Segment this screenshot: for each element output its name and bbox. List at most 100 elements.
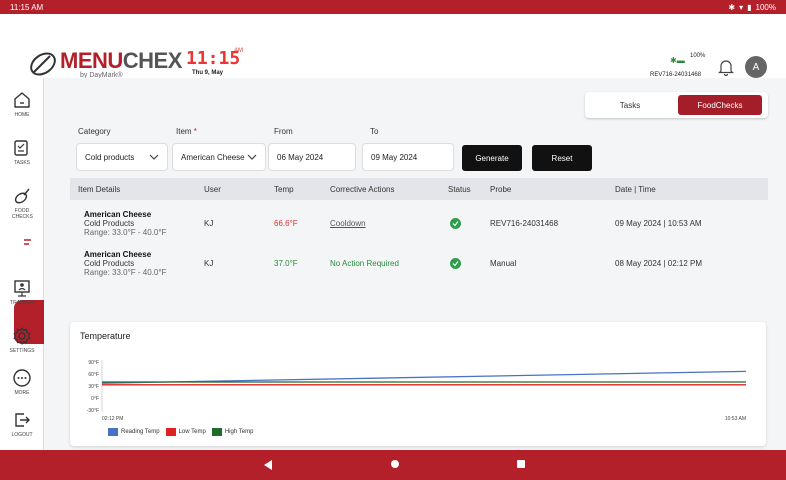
status-icons: ✱ ▾ ▮ 100% xyxy=(728,3,776,12)
sidebar-item-label: MORE xyxy=(14,390,30,396)
sidebar-item-label: FOOD CHECKS xyxy=(12,208,33,220)
corrective-action-text: No Action Required xyxy=(330,258,399,268)
col-probe: Probe xyxy=(490,184,512,194)
probe-cell: Manual xyxy=(490,258,517,268)
col-corrective-actions: Corrective Actions xyxy=(330,184,395,194)
table-row[interactable]: American Cheese Cold Products Range: 33.… xyxy=(70,203,768,243)
tab-foodchecks[interactable]: FoodChecks xyxy=(678,95,762,115)
tab-tasks[interactable]: Tasks xyxy=(585,101,675,110)
temp-cell: 66.6°F xyxy=(274,218,298,228)
sidebar-item-label: TASKS xyxy=(13,160,31,166)
status-time: 11:15 AM xyxy=(10,2,44,12)
category-label: Category xyxy=(78,127,111,136)
back-icon[interactable] xyxy=(263,459,273,471)
datetime-cell: 08 May 2024 | 02:12 PM xyxy=(615,258,703,268)
to-date-value: 09 May 2024 xyxy=(371,152,418,162)
legend-label: Reading Temp xyxy=(121,429,160,435)
from-date-field[interactable]: 06 May 2024 xyxy=(268,143,356,171)
y-tick-label: 90°F xyxy=(88,360,99,366)
sidebar-item-food-checks-report[interactable] xyxy=(14,230,44,256)
clock-ampm: AM xyxy=(234,48,243,54)
logout-icon xyxy=(15,413,30,427)
gear-icon xyxy=(13,327,31,345)
required-marker: * xyxy=(193,127,197,136)
item-name: American Cheese xyxy=(84,249,152,259)
system-nav-bar xyxy=(0,450,786,480)
legend-label: High Temp xyxy=(224,429,254,435)
bell-icon[interactable] xyxy=(718,58,734,76)
item-details-cell: American Cheese Cold Products Range: 33.… xyxy=(84,243,166,283)
bluetooth-icon: ✱▬ xyxy=(670,56,685,65)
to-date-field[interactable]: 09 May 2024 xyxy=(362,143,454,171)
user-cell: KJ xyxy=(204,258,214,268)
item-details-cell: American Cheese Cold Products Range: 33.… xyxy=(84,203,166,243)
item-name: American Cheese xyxy=(84,209,152,219)
y-tick-label: 30°F xyxy=(88,384,99,390)
y-tick-label: -30°F xyxy=(87,408,99,414)
reset-button[interactable]: Reset xyxy=(532,145,592,171)
legend-item: Low Temp xyxy=(165,428,206,436)
category-select[interactable]: Cold products xyxy=(76,143,168,171)
sidebar-item-home[interactable]: HOME xyxy=(0,90,44,118)
sidebar-item-settings[interactable]: SETTINGS xyxy=(0,326,44,354)
sidebar-item-tasks[interactable]: TASKS xyxy=(0,138,44,166)
col-status: Status xyxy=(448,184,471,194)
item-label: Item * xyxy=(176,127,197,136)
app-header: MENUCHEX by DayMark® 11:15 AM Thu 9, May… xyxy=(0,14,786,79)
sidebar-item-label: TRAINING xyxy=(10,300,34,306)
view-toggle: Tasks FoodChecks xyxy=(585,92,768,118)
col-temp: Temp xyxy=(274,184,294,194)
col-item-details: Item Details xyxy=(78,184,121,194)
brand-wordmark: MENUCHEX xyxy=(60,48,182,73)
battery-icon: ▮ xyxy=(747,2,752,12)
temp-cell: 37.0°F xyxy=(274,258,298,268)
status-cell xyxy=(450,203,461,243)
sidebar-item-label: LOGOUT xyxy=(11,432,33,438)
datetime-cell: 09 May 2024 | 10:53 AM xyxy=(615,218,702,228)
corrective-action-link[interactable]: Cooldown xyxy=(330,203,366,243)
sidebar-item-label: HOME xyxy=(14,112,30,118)
item-range: Range: 33.0°F - 40.0°F xyxy=(84,227,167,237)
table-header: Item Details User Temp Corrective Action… xyxy=(70,178,768,200)
generate-button[interactable]: Generate xyxy=(462,145,522,171)
home-icon xyxy=(14,92,30,108)
chevron-down-icon xyxy=(247,154,257,160)
temperature-chart: 90°F 60°F 30°F 0°F -30°F02:12 PM 10:53 AM xyxy=(87,360,747,422)
training-icon xyxy=(14,280,30,297)
status-cell xyxy=(450,243,461,283)
x-tick-label: 02:12 PM xyxy=(102,416,123,422)
user-cell: KJ xyxy=(204,218,214,228)
avatar[interactable]: A xyxy=(745,56,767,78)
y-tick-label: 60°F xyxy=(88,372,99,378)
sidebar-item-food-checks[interactable]: FOOD CHECKS xyxy=(0,186,44,220)
item-value: American Cheese xyxy=(181,152,245,162)
more-icon xyxy=(13,369,31,387)
food-checks-report-icon xyxy=(21,232,40,253)
wifi-icon: ▾ xyxy=(739,2,744,12)
recents-icon[interactable] xyxy=(517,460,525,468)
clock-date: Thu 9, May xyxy=(192,70,224,76)
sidebar-item-training[interactable]: TRAINING xyxy=(0,278,44,306)
sidebar: HOME TASKS FOOD CHECKS TRAINING SETTINGS… xyxy=(0,78,44,450)
sidebar-item-label: SETTINGS xyxy=(9,348,35,354)
legend-swatch xyxy=(165,428,176,436)
chevron-down-icon xyxy=(149,154,159,160)
legend-swatch xyxy=(108,428,118,436)
probe-cell: REV716-24031468 xyxy=(490,218,559,228)
home-nav-icon[interactable] xyxy=(391,460,399,468)
tasks-icon xyxy=(14,140,28,156)
item-select[interactable]: American Cheese xyxy=(172,143,266,171)
category-value: Cold products xyxy=(85,152,135,162)
to-label: To xyxy=(370,127,379,136)
from-label: From xyxy=(274,127,293,136)
sidebar-item-more[interactable]: MORE xyxy=(0,368,44,396)
menuchex-logo-icon xyxy=(30,52,56,76)
avatar-initial: A xyxy=(752,61,760,73)
legend-swatch xyxy=(211,428,222,436)
temperature-chart-card: Temperature 90°F 60°F 30°F 0°F -30°F 02:12 PM… xyxy=(70,322,766,446)
y-tick-label: 0°F xyxy=(91,396,99,402)
clock-time: 11:15 xyxy=(186,48,241,69)
sidebar-item-logout[interactable]: LOGOUT xyxy=(0,410,44,438)
table-row[interactable]: American Cheese Cold Products Range: 33.… xyxy=(70,243,768,283)
status-battery: 100% xyxy=(755,2,776,12)
